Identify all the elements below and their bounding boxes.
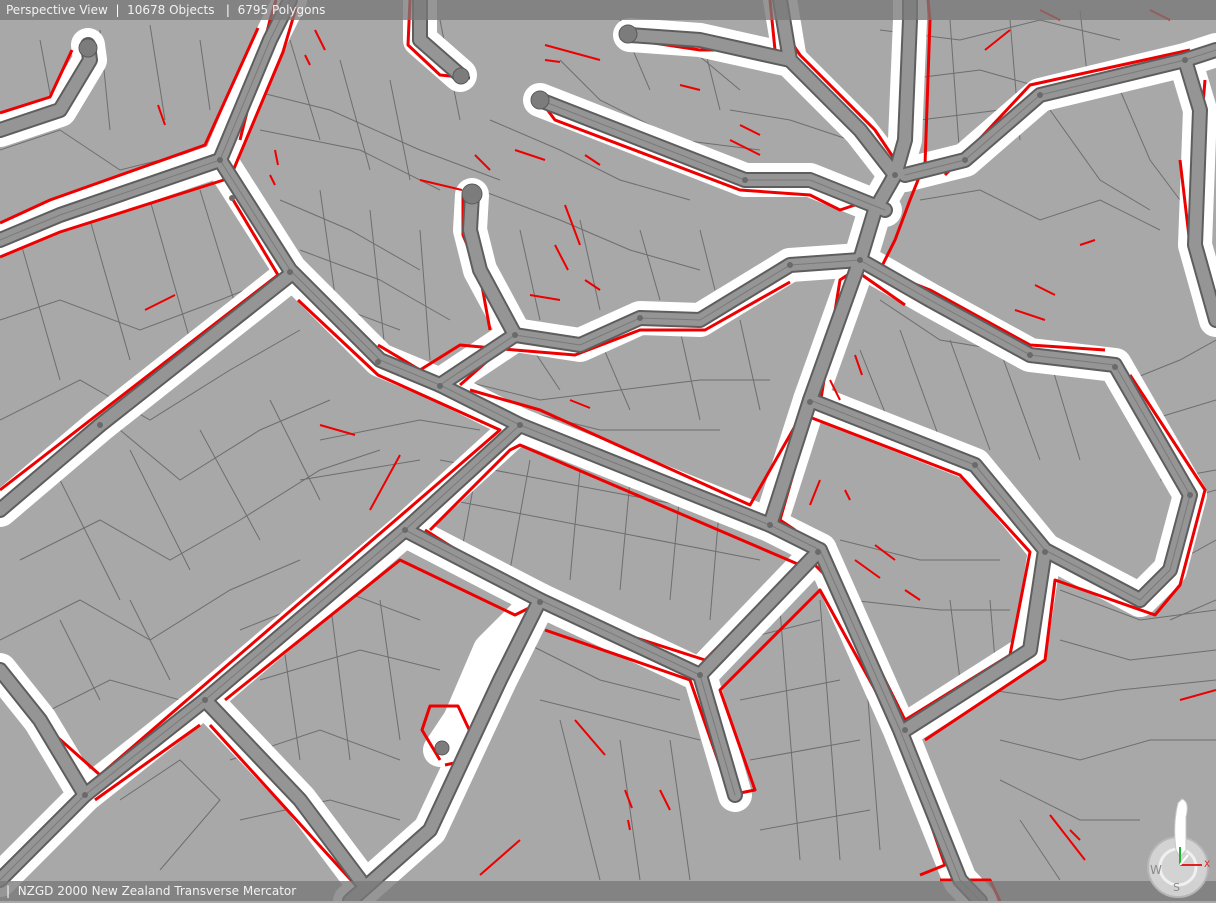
compass-south-label: S bbox=[1173, 881, 1180, 894]
view-name-label: Perspective View bbox=[6, 3, 108, 17]
status-separator: | bbox=[115, 3, 120, 17]
object-count-label: 10678 Objects bbox=[127, 3, 215, 17]
projection-label: NZGD 2000 New Zealand Transverse Mercato… bbox=[17, 884, 297, 898]
axis-x-label: X bbox=[1204, 860, 1210, 870]
coordinate-system-bar: | NZGD 2000 New Zealand Transverse Merca… bbox=[0, 881, 1216, 901]
compass-west-label: W bbox=[1150, 863, 1162, 877]
viewport-status-bar: Perspective View | 10678 Objects | 6795 … bbox=[0, 0, 1216, 20]
polygon-count-label: 6795 Polygons bbox=[237, 3, 326, 17]
3d-map-viewport[interactable] bbox=[0, 0, 1216, 901]
status-separator: | bbox=[225, 3, 230, 17]
footer-separator: | bbox=[6, 884, 11, 898]
compass-axis-gizmo-icon[interactable]: W S X bbox=[1140, 795, 1216, 899]
